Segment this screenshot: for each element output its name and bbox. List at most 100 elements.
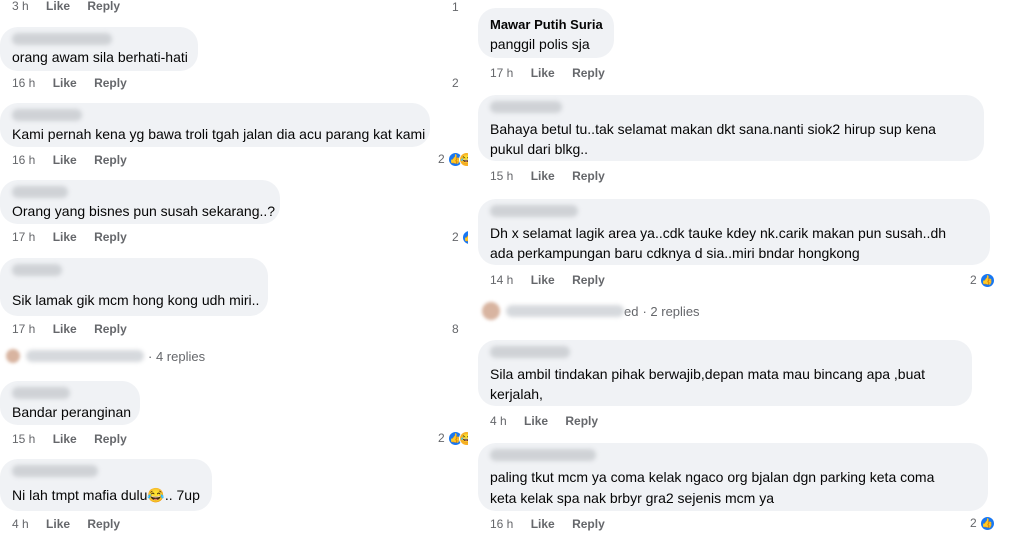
comment-text-line2: kerjalah, (490, 386, 543, 402)
comment-text: Kami pernah kena yg bawa troli tgah jala… (12, 126, 426, 142)
replies-author-suffix: ed (624, 303, 639, 319)
reaction-count[interactable]: 1 (452, 0, 462, 16)
reply-button[interactable]: Reply (87, 517, 120, 531)
like-button[interactable]: Like (53, 76, 77, 90)
comment-text: Sik lamak gik mcm hong kong udh miri.. (12, 292, 260, 308)
comment-bubble: Bandar peranginan (0, 381, 140, 425)
author-name-redacted (506, 305, 624, 317)
comment-text-line1: Bahaya betul tu..tak selamat makan dkt s… (490, 121, 936, 137)
reply-button[interactable]: Reply (87, 0, 120, 13)
reaction-count[interactable]: 2 👍 (970, 514, 995, 532)
author-name[interactable]: Mawar Putih Suria (490, 17, 603, 32)
reply-button[interactable]: Reply (94, 153, 127, 167)
comment-time: 16 h (490, 517, 514, 531)
reply-button[interactable]: Reply (572, 66, 605, 80)
comment-meta: 4 h Like Reply (12, 517, 134, 531)
comment-meta-top: 3 h Like Reply (12, 0, 134, 13)
like-button[interactable]: Like (53, 153, 77, 167)
reply-button[interactable]: Reply (94, 230, 127, 244)
comment-bubble: Orang yang bisnes pun susah sekarang..? (0, 180, 280, 224)
comment-time: 14 h (490, 273, 514, 287)
author-name-redacted (490, 205, 578, 217)
reply-button[interactable]: Reply (565, 414, 598, 428)
author-name-redacted (12, 186, 68, 198)
comment-bubble: Mawar Putih Suria panggil polis sja (478, 8, 614, 58)
reply-button[interactable]: Reply (572, 517, 605, 531)
replies-count: · 2 replies (642, 303, 700, 319)
comment-bubble: Bahaya betul tu..tak selamat makan dkt s… (478, 95, 984, 161)
author-name-redacted (12, 465, 98, 477)
comment-bubble: Kami pernah kena yg bawa troli tgah jala… (0, 103, 430, 147)
left-comment-column: 3 h Like Reply 1 orang awam sila berhati… (0, 0, 468, 536)
comment-meta: 16 h Like Reply (490, 517, 619, 531)
author-name-redacted (12, 387, 70, 399)
comment-time: 17 h (490, 66, 514, 80)
comment-meta: 16 h Like Reply (12, 76, 141, 90)
reply-button[interactable]: Reply (572, 169, 605, 183)
like-icon: 👍 (979, 272, 995, 288)
like-icon: 👍 (461, 229, 468, 245)
like-button[interactable]: Like (531, 169, 555, 183)
comment-bubble: Dh x selamat lagik area ya..cdk tauke kd… (478, 199, 990, 265)
like-button[interactable]: Like (531, 66, 555, 80)
comment-meta: 15 h Like Reply (12, 432, 141, 446)
reaction-count[interactable]: 2 👍 😂 (438, 150, 468, 168)
comment-text: Bandar peranginan (12, 404, 132, 420)
comment-text-line1: Dh x selamat lagik area ya..cdk tauke kd… (490, 225, 947, 241)
haha-icon: 😂 (458, 430, 468, 446)
comment-meta: 14 h Like Reply (490, 273, 619, 287)
comment-bubble: orang awam sila berhati-hati (0, 27, 198, 71)
like-button[interactable]: Like (531, 517, 555, 531)
comment-time: 16 h (12, 153, 36, 167)
like-button[interactable]: Like (53, 322, 77, 336)
reaction-count[interactable]: 2 👍 (970, 271, 995, 289)
comment-text-line2: ada perkampungan baru cdknya d sia..miri… (490, 245, 860, 261)
comment-text: Orang yang bisnes pun susah sekarang..? (12, 203, 276, 219)
like-button[interactable]: Like (46, 517, 70, 531)
comment-text-line2: pukul dari blkg.. (490, 141, 589, 157)
comment-meta: 15 h Like Reply (490, 169, 619, 183)
comment-meta: 17 h Like Reply (12, 230, 141, 244)
reaction-count[interactable]: 8 (452, 320, 462, 338)
author-name-redacted (490, 346, 570, 358)
comment-text-line1: paling tkut mcm ya coma kelak ngaco org … (490, 469, 935, 485)
reply-button[interactable]: Reply (94, 432, 127, 446)
reply-button[interactable]: Reply (94, 76, 127, 90)
comment-time: 17 h (12, 322, 36, 336)
replies-count: · 4 replies (148, 348, 206, 364)
reaction-count[interactable]: 2 👍 😂 (438, 429, 468, 447)
comment-bubble: Sik lamak gik mcm hong kong udh miri.. (0, 258, 268, 316)
comment-text: orang awam sila berhati-hati (12, 49, 188, 65)
reply-button[interactable]: Reply (94, 322, 127, 336)
comment-time: 3 h (12, 0, 29, 13)
like-button[interactable]: Like (53, 432, 77, 446)
author-name-redacted (12, 33, 112, 45)
author-name-redacted (12, 109, 82, 121)
like-button[interactable]: Like (524, 414, 548, 428)
comment-time: 15 h (490, 169, 514, 183)
author-name-redacted (26, 350, 144, 362)
view-replies-link[interactable]: ed · 2 replies (482, 301, 700, 321)
comment-bubble: paling tkut mcm ya coma kelak ngaco org … (478, 443, 988, 511)
comment-meta: 16 h Like Reply (12, 153, 141, 167)
haha-icon: 😂 (458, 151, 468, 167)
like-button[interactable]: Like (46, 0, 70, 13)
comment-meta: 17 h Like Reply (12, 322, 141, 336)
comment-text: panggil polis sja (490, 36, 590, 52)
comment-text-line2: keta kelak spa nak brbyr gra2 sejenis mc… (490, 490, 775, 506)
reaction-count[interactable]: 2 👍 (452, 228, 468, 246)
comment-text-line1: Sila ambil tindakan pihak berwajib,depan… (490, 366, 926, 382)
like-button[interactable]: Like (53, 230, 77, 244)
comment-meta: 17 h Like Reply (490, 66, 619, 80)
comment-bubble: Sila ambil tindakan pihak berwajib,depan… (478, 340, 972, 406)
reaction-count[interactable]: 2 (452, 74, 462, 92)
like-button[interactable]: Like (531, 273, 555, 287)
author-name-redacted (490, 101, 562, 113)
comment-meta: 4 h Like Reply (490, 414, 612, 428)
comment-text: Ni lah tmpt mafia dulu😂.. 7up (12, 487, 200, 503)
like-icon: 👍 (979, 515, 995, 531)
reply-button[interactable]: Reply (572, 273, 605, 287)
author-name-redacted (490, 449, 596, 461)
column-divider (470, 0, 473, 536)
view-replies-link[interactable]: · 4 replies (6, 346, 205, 366)
